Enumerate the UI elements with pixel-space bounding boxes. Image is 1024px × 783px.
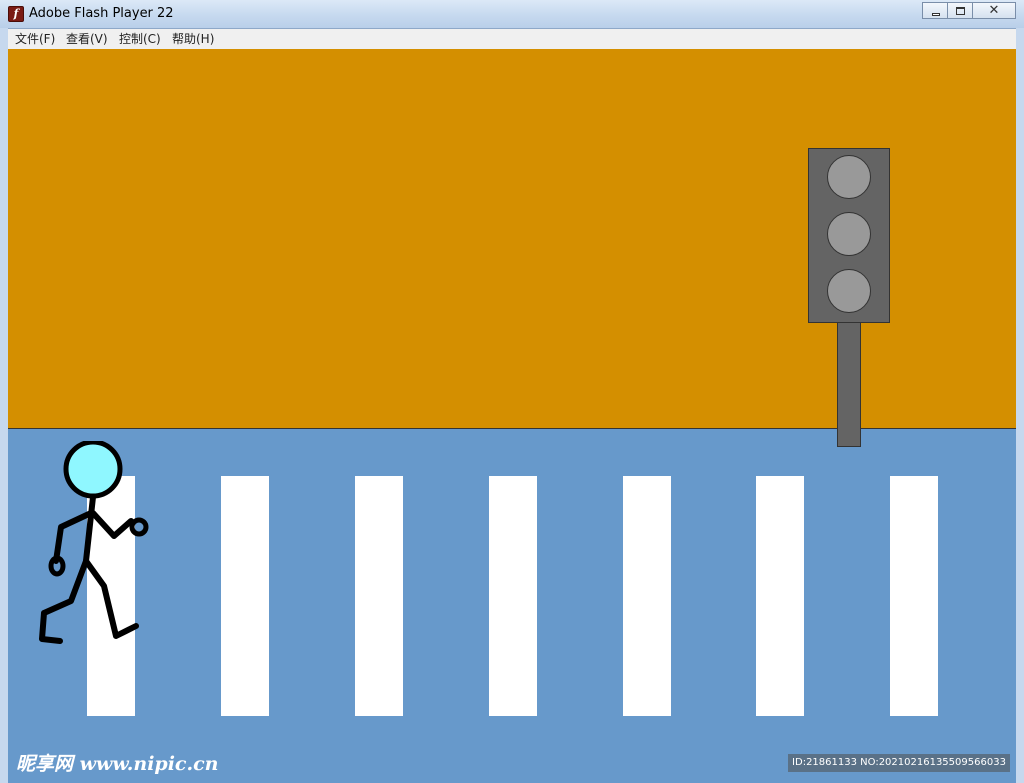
minimize-button[interactable] [922, 2, 948, 19]
flash-app-icon: f [8, 6, 24, 22]
traffic-lamp-middle [827, 212, 871, 256]
close-button[interactable]: ✕ [972, 2, 1016, 19]
walking-stick-figure [39, 441, 149, 644]
restore-button[interactable] [947, 2, 973, 19]
window-title: Adobe Flash Player 22 [29, 6, 174, 21]
menu-file[interactable]: 文件(F) [15, 31, 55, 47]
traffic-lamp-bottom [827, 269, 871, 313]
traffic-lamp-top [827, 155, 871, 199]
menu-help[interactable]: 帮助(H) [172, 31, 214, 47]
figure-hand-front [129, 517, 149, 537]
figure-leg-back [39, 558, 89, 644]
window-controls: ✕ [922, 2, 1016, 20]
crosswalk-stripe [221, 476, 269, 716]
figure-arm-front [90, 510, 134, 539]
traffic-light-pole [837, 321, 861, 447]
menu-control[interactable]: 控制(C) [119, 31, 161, 47]
crosswalk-stripe [489, 476, 537, 716]
crosswalk-stripe [890, 476, 938, 716]
window-frame-left [0, 28, 8, 783]
crosswalk-stripe [355, 476, 403, 716]
watermark-id: ID:21861133 NO:20210216135509566033 [788, 754, 1010, 772]
menu-bar: 文件(F) 查看(V) 控制(C) 帮助(H) [8, 29, 1016, 50]
crosswalk-stripe [623, 476, 671, 716]
traffic-light [808, 148, 890, 323]
figure-head [63, 441, 123, 499]
crosswalk-stripe [756, 476, 804, 716]
window-frame-right [1016, 28, 1024, 783]
flash-stage[interactable] [8, 49, 1016, 783]
menu-view[interactable]: 查看(V) [66, 31, 108, 47]
close-icon: ✕ [988, 3, 1000, 18]
figure-torso [83, 494, 96, 564]
figure-hand-back [48, 555, 66, 577]
title-bar[interactable]: f Adobe Flash Player 22 ✕ [0, 0, 1024, 29]
figure-leg-front [83, 558, 139, 639]
flash-player-window: f Adobe Flash Player 22 ✕ 文件(F) 查看(V) 控制… [0, 0, 1024, 783]
watermark-logo: 昵享网 www.nipic.cn [16, 753, 219, 775]
